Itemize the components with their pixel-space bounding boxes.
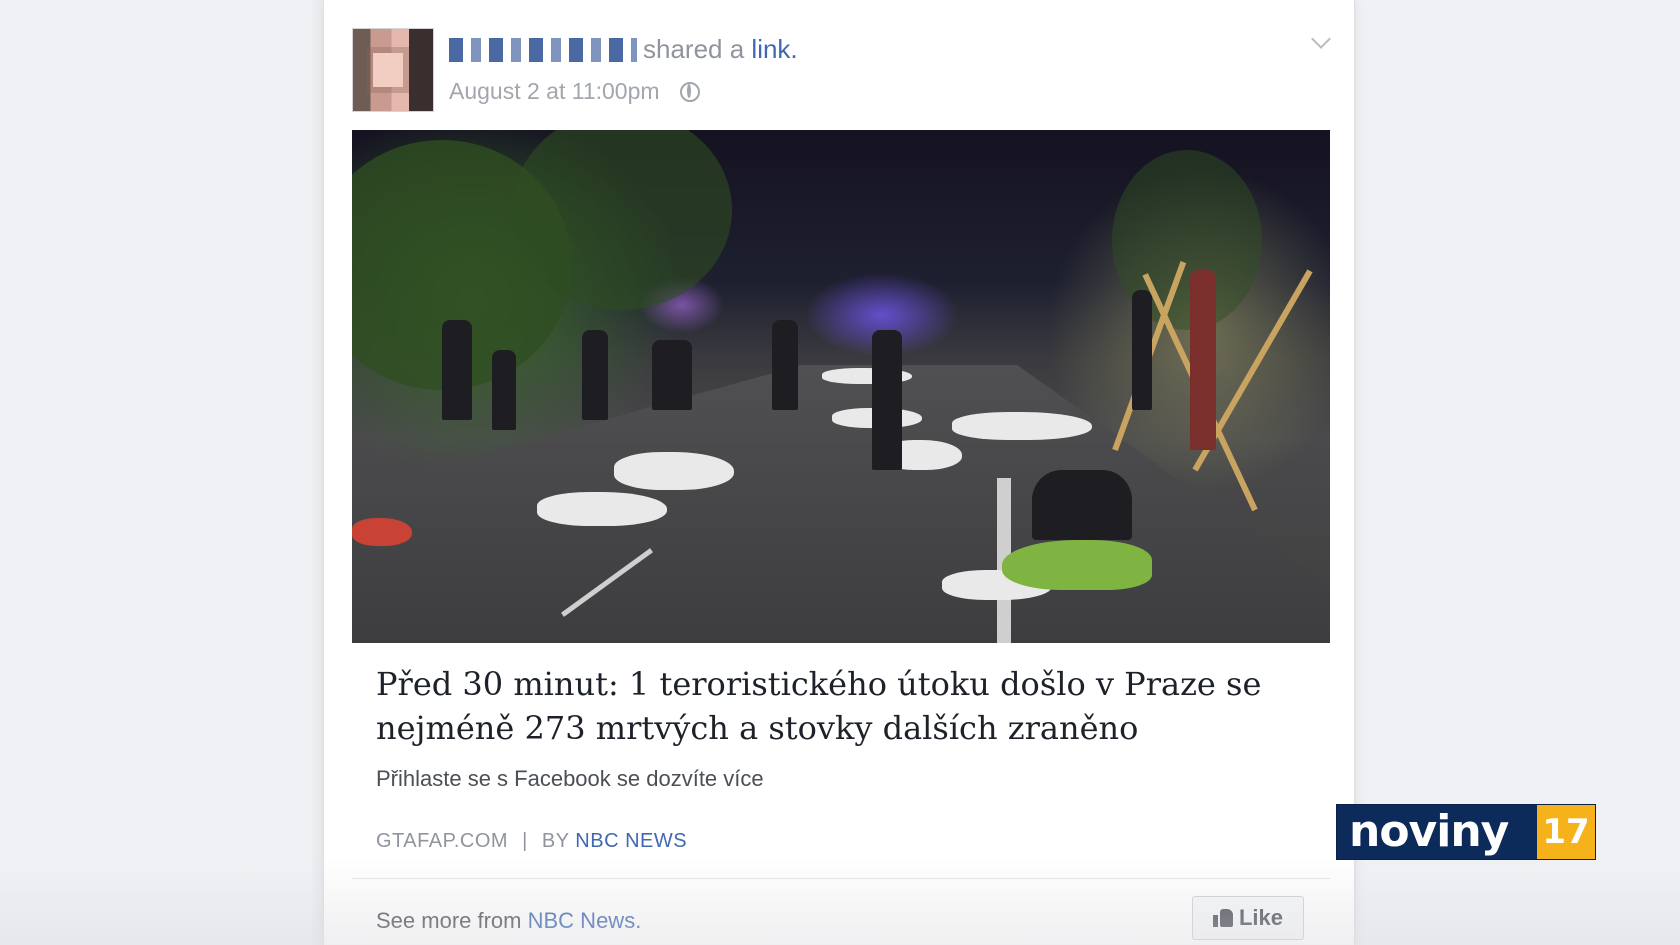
channel-number: 17 <box>1537 805 1595 859</box>
link-word[interactable]: link. <box>751 34 797 64</box>
chevron-down-icon[interactable] <box>1311 29 1331 49</box>
thumbs-up-icon <box>1212 909 1233 927</box>
article-source-line: GTAFAP.COM | BY NBC NEWS <box>376 830 687 853</box>
shared-text: shared a <box>643 34 745 64</box>
globe-icon <box>679 82 700 102</box>
person <box>652 340 692 410</box>
person <box>582 330 608 420</box>
source-separator: | <box>522 830 528 852</box>
person <box>442 320 472 420</box>
footer-divider <box>352 878 1330 879</box>
article-image[interactable] <box>352 130 1330 643</box>
byline-source-link[interactable]: NBC NEWS <box>575 830 687 852</box>
article-headline[interactable]: Před 30 minut: 1 teroristického útoku do… <box>376 662 1316 750</box>
page-background-left <box>0 0 312 945</box>
article-subtitle: Přihlaste se s Facebook se dozvíte více <box>376 766 764 791</box>
person <box>492 350 516 430</box>
person <box>872 330 902 470</box>
post-header: shared a link. <box>449 34 798 65</box>
facebook-post-card: shared a link. August 2 at 11:00pm Před … <box>323 0 1355 945</box>
person-kneeling <box>1032 470 1132 540</box>
person <box>1132 290 1152 410</box>
covered-body <box>537 492 667 526</box>
post-timestamp[interactable]: August 2 at 11:00pm <box>449 78 700 105</box>
channel-name: noviny <box>1349 806 1509 857</box>
like-label: Like <box>1238 905 1284 930</box>
see-more-source-link[interactable]: NBC News. <box>528 908 642 933</box>
byline-prefix: BY <box>541 830 570 852</box>
see-more-prefix: See more from <box>376 908 522 933</box>
red-object <box>352 518 412 546</box>
person <box>772 320 798 410</box>
author-name-pixelated[interactable] <box>449 38 637 62</box>
channel-logo: noviny 17 <box>1336 804 1596 860</box>
avatar[interactable] <box>352 28 434 112</box>
green-sheet <box>1002 540 1152 590</box>
covered-body <box>952 412 1092 440</box>
person-standing <box>1190 270 1216 450</box>
article-domain[interactable]: GTAFAP.COM <box>376 830 508 852</box>
covered-body <box>614 452 734 490</box>
like-page-button[interactable]: Like <box>1192 896 1304 940</box>
timestamp-text[interactable]: August 2 at 11:00pm <box>449 78 660 104</box>
see-more-line: See more from NBC News. <box>376 908 641 934</box>
